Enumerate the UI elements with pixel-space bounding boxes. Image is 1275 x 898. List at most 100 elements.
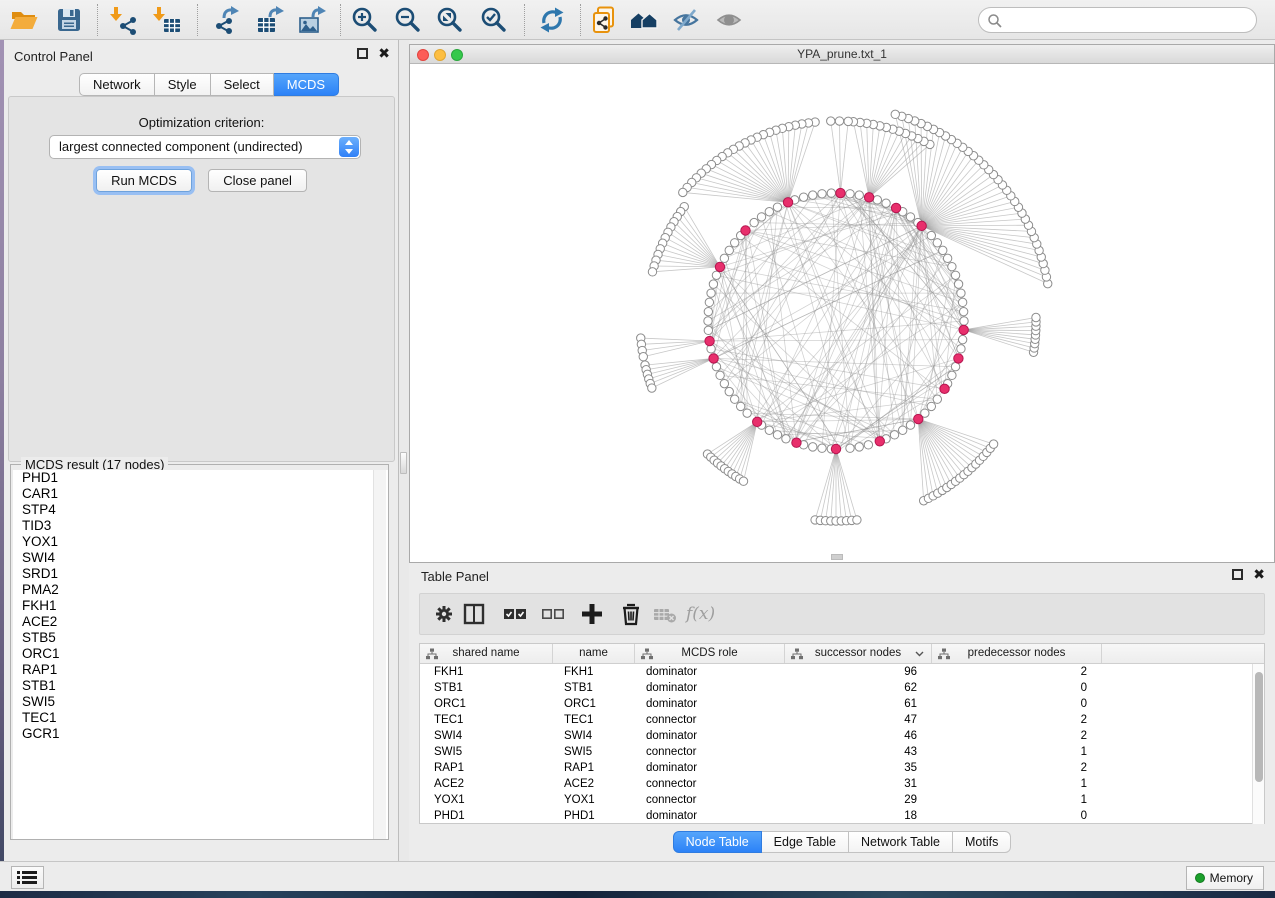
close-panel-icon[interactable]: ✖: [378, 48, 390, 59]
window-close-icon[interactable]: [417, 49, 429, 61]
panel-splitter[interactable]: [399, 40, 409, 861]
network-node[interactable]: [960, 317, 968, 325]
cell-shared-name[interactable]: SWI5: [420, 744, 553, 760]
network-node[interactable]: [743, 409, 751, 417]
table-scrollbar[interactable]: [1252, 664, 1264, 824]
mcds-result-item[interactable]: SWI4: [13, 550, 388, 566]
network-node[interactable]: [951, 271, 959, 279]
tab-network-table[interactable]: Network Table: [849, 831, 953, 853]
tab-select[interactable]: Select: [211, 73, 274, 96]
dominator-node[interactable]: [783, 198, 792, 207]
network-node[interactable]: [750, 218, 758, 226]
mcds-result-item[interactable]: SRD1: [13, 566, 388, 582]
network-node[interactable]: [765, 426, 773, 434]
network-node[interactable]: [954, 280, 962, 288]
cell-predecessor-nodes[interactable]: 1: [932, 744, 1102, 760]
network-node[interactable]: [707, 289, 715, 297]
dominator-node[interactable]: [831, 444, 840, 453]
cell-name[interactable]: FKH1: [553, 664, 635, 680]
cell-name[interactable]: SWI4: [553, 728, 635, 744]
network-node[interactable]: [818, 444, 826, 452]
table-row[interactable]: RAP1RAP1dominator352: [420, 760, 1252, 776]
dominator-node[interactable]: [959, 325, 968, 334]
cell-MCDS-role[interactable]: dominator: [635, 760, 785, 776]
cell-MCDS-role[interactable]: connector: [635, 712, 785, 728]
window-minimize-icon[interactable]: [434, 49, 446, 61]
cell-predecessor-nodes[interactable]: 2: [932, 728, 1102, 744]
table-options-icon[interactable]: [433, 601, 459, 627]
cell-name[interactable]: ACE2: [553, 776, 635, 792]
console-button[interactable]: [11, 866, 44, 889]
cell-shared-name[interactable]: SWI4: [420, 728, 553, 744]
cell-MCDS-role[interactable]: connector: [635, 792, 785, 808]
delete-row-icon[interactable]: [618, 601, 644, 627]
network-node[interactable]: [773, 203, 781, 211]
mcds-result-item[interactable]: YOX1: [13, 534, 388, 550]
dominator-node[interactable]: [954, 354, 963, 363]
network-node[interactable]: [827, 189, 835, 197]
table-row[interactable]: ORC1ORC1dominator610: [420, 696, 1252, 712]
network-node[interactable]: [948, 262, 956, 270]
show-all-icon[interactable]: [714, 5, 744, 35]
cell-shared-name[interactable]: ORC1: [420, 696, 553, 712]
window-maximize-icon[interactable]: [451, 49, 463, 61]
network-node[interactable]: [730, 239, 738, 247]
cell-successor-nodes[interactable]: 62: [785, 680, 932, 696]
network-node[interactable]: [958, 335, 966, 343]
network-node[interactable]: [1032, 313, 1040, 321]
network-node[interactable]: [679, 188, 687, 196]
tab-network[interactable]: Network: [79, 73, 155, 96]
network-graph-canvas[interactable]: [410, 64, 1274, 562]
result-list-scrollbar[interactable]: [373, 470, 386, 839]
cell-MCDS-role[interactable]: dominator: [635, 728, 785, 744]
memory-button[interactable]: Memory: [1186, 866, 1264, 890]
mcds-result-item[interactable]: PMA2: [13, 582, 388, 598]
mcds-result-item[interactable]: STP4: [13, 502, 388, 518]
network-node[interactable]: [898, 426, 906, 434]
cell-shared-name[interactable]: ACE2: [420, 776, 553, 792]
network-node[interactable]: [720, 254, 728, 262]
network-node[interactable]: [712, 271, 720, 279]
cell-name[interactable]: ORC1: [553, 696, 635, 712]
cell-name[interactable]: STB1: [553, 680, 635, 696]
column-header-shared-name[interactable]: shared name: [420, 644, 553, 663]
cell-shared-name[interactable]: PHD1: [420, 808, 553, 824]
mcds-result-item[interactable]: RAP1: [13, 662, 388, 678]
network-node[interactable]: [782, 435, 790, 443]
copy-network-style-icon[interactable]: [590, 5, 620, 35]
network-node[interactable]: [882, 199, 890, 207]
zoom-fit-icon[interactable]: [435, 5, 465, 35]
network-node[interactable]: [705, 298, 713, 306]
cell-successor-nodes[interactable]: 46: [785, 728, 932, 744]
cell-MCDS-role[interactable]: dominator: [635, 696, 785, 712]
mcds-result-list[interactable]: PHD1CAR1STP4TID3YOX1SWI4SRD1PMA2FKH1ACE2…: [13, 470, 388, 839]
run-mcds-button[interactable]: Run MCDS: [96, 169, 192, 192]
network-node[interactable]: [773, 431, 781, 439]
table-row[interactable]: SWI4SWI4dominator462: [420, 728, 1252, 744]
zoom-selected-icon[interactable]: [479, 5, 509, 35]
network-node[interactable]: [799, 193, 807, 201]
cell-name[interactable]: PHD1: [553, 808, 635, 824]
table-row[interactable]: TEC1TEC1connector472: [420, 712, 1252, 728]
network-node[interactable]: [906, 421, 914, 429]
network-window-titlebar[interactable]: YPA_prune.txt_1: [410, 45, 1274, 64]
refresh-icon[interactable]: [537, 5, 567, 35]
cell-successor-nodes[interactable]: 29: [785, 792, 932, 808]
dominator-node[interactable]: [836, 188, 845, 197]
mcds-result-item[interactable]: STB1: [13, 678, 388, 694]
table-row[interactable]: FKH1FKH1dominator962: [420, 664, 1252, 680]
network-node[interactable]: [959, 307, 967, 315]
network-node[interactable]: [757, 213, 765, 221]
dominator-node[interactable]: [705, 336, 714, 345]
cell-shared-name[interactable]: FKH1: [420, 664, 553, 680]
table-scrollbar-thumb[interactable]: [1255, 672, 1263, 782]
tab-node-table[interactable]: Node Table: [673, 831, 762, 853]
export-image-icon[interactable]: [297, 5, 327, 35]
cell-shared-name[interactable]: TEC1: [420, 712, 553, 728]
tab-edge-table[interactable]: Edge Table: [762, 831, 849, 853]
cell-predecessor-nodes[interactable]: 0: [932, 696, 1102, 712]
network-node[interactable]: [958, 298, 966, 306]
network-node[interactable]: [927, 231, 935, 239]
dominator-node[interactable]: [709, 354, 718, 363]
network-node[interactable]: [891, 110, 899, 118]
